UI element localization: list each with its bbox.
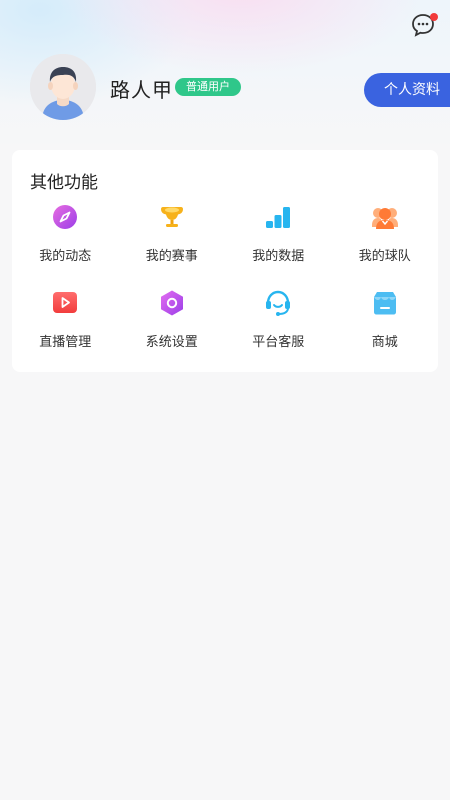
unread-dot [430, 13, 438, 21]
trophy-icon [157, 202, 187, 232]
feature-my-team[interactable]: 我的球队 [332, 202, 439, 264]
settings-icon [157, 288, 187, 318]
section-title: 其他功能 [30, 173, 98, 193]
features-card: 其他功能 我的动态 我的赛事 我的数据 我的球队 直播管理 系统设置 平台客服 … [12, 150, 438, 372]
username: 路人甲 [110, 78, 173, 102]
feature-live-management[interactable]: 直播管理 [12, 288, 119, 350]
features-grid: 我的动态 我的赛事 我的数据 我的球队 直播管理 系统设置 平台客服 商城 [12, 202, 438, 350]
feature-label: 我的球队 [358, 249, 411, 264]
feature-label: 我的数据 [252, 249, 305, 264]
headset-icon [263, 288, 293, 318]
feature-label: 系统设置 [145, 335, 198, 350]
profile-button[interactable]: 个人资料 [364, 73, 450, 107]
feature-system-settings[interactable]: 系统设置 [119, 288, 226, 350]
bar-chart-icon [263, 202, 293, 232]
feature-label: 直播管理 [39, 335, 92, 350]
feature-customer-service[interactable]: 平台客服 [225, 288, 332, 350]
feature-my-posts[interactable]: 我的动态 [12, 202, 119, 264]
shop-icon [370, 288, 400, 318]
feature-label: 平台客服 [252, 335, 305, 350]
feature-shop[interactable]: 商城 [332, 288, 439, 350]
compass-icon [50, 202, 80, 232]
feature-my-events[interactable]: 我的赛事 [119, 202, 226, 264]
play-icon [50, 288, 80, 318]
avatar[interactable] [30, 54, 96, 120]
feature-label: 我的动态 [39, 249, 92, 264]
team-icon [370, 202, 400, 232]
user-type-badge: 普通用户 [175, 78, 241, 96]
feature-my-data[interactable]: 我的数据 [225, 202, 332, 264]
feature-label: 商城 [371, 335, 398, 350]
feature-label: 我的赛事 [145, 249, 198, 264]
